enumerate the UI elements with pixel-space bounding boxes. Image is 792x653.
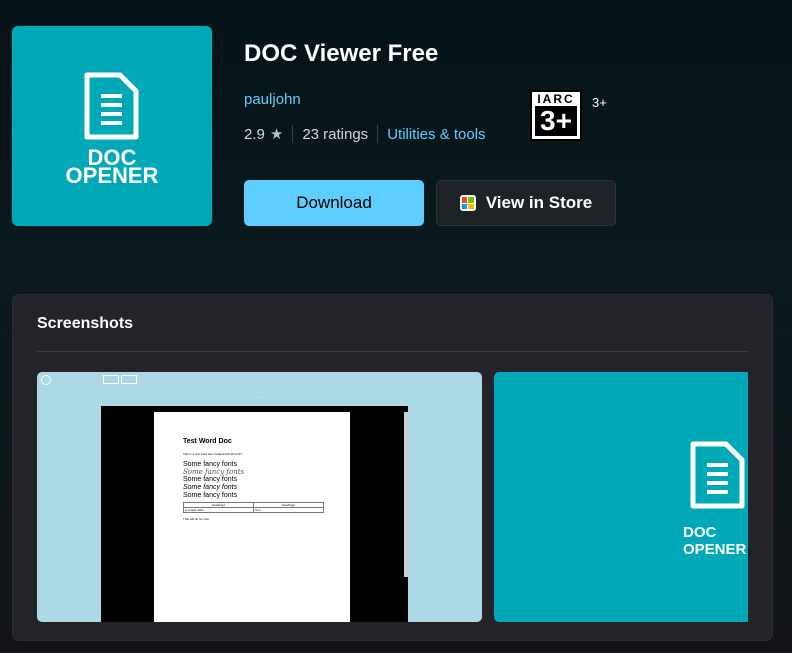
- app-icon-text-line2: OPENER: [65, 163, 159, 188]
- back-icon: [41, 375, 51, 385]
- doc-font-line: Some fancy fonts: [183, 476, 238, 483]
- document-icon: [84, 72, 139, 140]
- divider: [292, 125, 294, 143]
- doc-font-line: Some fancy fonts: [183, 468, 245, 476]
- screenshots-carousel: — Test Word Doc This is a test word doc …: [37, 372, 748, 622]
- star-icon: ★: [269, 126, 284, 143]
- table-header: Heading1: [212, 503, 225, 507]
- iarc-number: 3+: [535, 106, 577, 136]
- age-rating-label: 3+: [592, 95, 607, 110]
- doc-font-line: Some fancy fonts: [183, 461, 238, 468]
- table-header: Heading2: [253, 503, 323, 507]
- document-page: Test Word Doc This is a test word doc cr…: [154, 412, 350, 622]
- doc-paragraph: That will do for now.: [183, 517, 210, 521]
- screenshots-panel: Screenshots — Test Word Doc This is a te…: [12, 294, 773, 641]
- iarc-label: IARC: [537, 92, 575, 106]
- screenshot-text-line2: OPENER: [683, 541, 747, 558]
- screenshot-text-line1: DOC: [683, 524, 717, 541]
- screenshots-heading: Screenshots: [37, 315, 134, 332]
- doc-paragraph: This is a test word doc created with Wor…: [183, 452, 243, 456]
- screenshot-thumbnail-2[interactable]: DOC OPENER: [494, 372, 748, 622]
- document-icon: [690, 441, 745, 509]
- table-cell: Text: [253, 508, 323, 512]
- iarc-rating-badge: IARC 3+: [530, 90, 582, 141]
- divider: [37, 351, 748, 352]
- rating-value: 2.9: [244, 125, 265, 143]
- ratings-count: 23 ratings: [302, 125, 369, 143]
- view-in-store-label: View in Store: [485, 193, 593, 212]
- category-link[interactable]: Utilities & tools: [387, 126, 485, 143]
- app-title: DOC Viewer Free: [244, 40, 439, 67]
- doc-font-line: Some fancy fonts: [183, 492, 238, 499]
- doc-font-line: Some fancy fonts: [183, 484, 238, 491]
- rating-row: 2.9 ★ 23 ratings Utilities & tools: [244, 125, 486, 143]
- doc-heading: Test Word Doc: [183, 438, 232, 445]
- download-button[interactable]: Download: [244, 180, 424, 226]
- document-viewer: Test Word Doc This is a test word doc cr…: [101, 406, 408, 622]
- store-bag-icon: [459, 195, 476, 211]
- screenshot-thumbnail-1[interactable]: — Test Word Doc This is a test word doc …: [37, 372, 482, 622]
- view-in-store-button[interactable]: View in Store: [436, 180, 616, 226]
- divider: [377, 125, 379, 143]
- publisher-link[interactable]: pauljohn: [244, 91, 301, 108]
- doc-table: Heading1 Heading2 A simple table Text: [183, 502, 324, 513]
- toolbar: [103, 375, 137, 384]
- app-icon: DOC OPENER: [12, 26, 212, 226]
- window-caption: —: [257, 394, 262, 399]
- scrollbar: [404, 412, 408, 577]
- table-cell: A simple table: [185, 508, 204, 512]
